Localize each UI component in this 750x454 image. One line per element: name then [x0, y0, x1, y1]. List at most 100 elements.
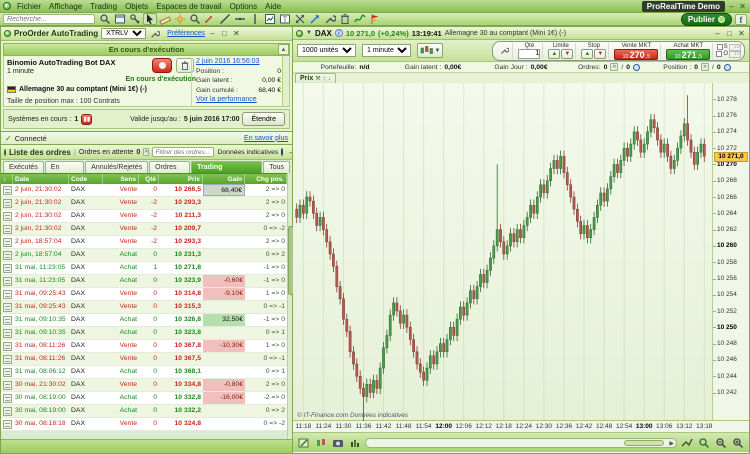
- menu-options[interactable]: Options: [226, 2, 262, 11]
- minimize-button[interactable]: –: [727, 2, 736, 11]
- menu-fichier[interactable]: Fichier: [13, 2, 45, 11]
- window-icon[interactable]: [113, 13, 127, 25]
- tab-annul-s-rejet-s[interactable]: Annulés/Rejetés: [85, 161, 149, 173]
- col-qt-[interactable]: Qté: [139, 174, 159, 184]
- sell-stop-button[interactable]: ▼: [594, 48, 607, 59]
- extend-button[interactable]: Étendre: [242, 112, 285, 126]
- order-details-icon[interactable]: [3, 354, 12, 364]
- horizontal-line-icon[interactable]: [233, 13, 247, 25]
- candle-style-icon[interactable]: [314, 437, 328, 449]
- scroll-right-icon[interactable]: ▶: [669, 440, 674, 447]
- qty-input[interactable]: [518, 48, 541, 59]
- order-row[interactable]: 2 juin, 21:30:02 DAX Vente 0 10 266,5 68,40€ 2…: [1, 184, 287, 197]
- performance-link[interactable]: Voir la performance: [196, 96, 257, 106]
- order-row[interactable]: 2 juin, 21:30:02 DAX Vente -2 10 211,3 2 => 0: [1, 210, 287, 223]
- order-details-icon[interactable]: [3, 367, 12, 377]
- sell-market-button[interactable]: 10 270,5: [614, 48, 659, 60]
- chart-hscrollbar-thumb[interactable]: [624, 439, 664, 446]
- proorder-maximize-button[interactable]: □: [220, 29, 229, 38]
- screenshot-icon[interactable]: [331, 437, 345, 449]
- order-details-icon[interactable]: [3, 406, 12, 416]
- order-row[interactable]: 2 juin, 21:30:02 DAX Vente -2 10 293,3 2 => 0: [1, 197, 287, 210]
- globe-icon[interactable]: [281, 148, 284, 156]
- compare-icon[interactable]: [680, 437, 694, 449]
- order-details-icon[interactable]: [3, 289, 12, 299]
- vertical-line-icon[interactable]: [248, 13, 262, 25]
- prix-wrench-icon[interactable]: ⚒: [315, 75, 320, 82]
- text-box-icon[interactable]: T: [278, 13, 292, 25]
- order-details-icon[interactable]: [3, 341, 12, 351]
- col-date[interactable]: Date: [13, 174, 69, 184]
- segment-icon[interactable]: [203, 13, 217, 25]
- stop-system-button[interactable]: [152, 58, 172, 73]
- chart-hscrollbar[interactable]: ▶: [365, 437, 677, 448]
- learn-more-link[interactable]: En savoir plus: [244, 135, 288, 142]
- chart-edit-icon[interactable]: [297, 437, 311, 449]
- time-axis[interactable]: 11:18 11:24 11:30 11:36 11:42 11:48 11:54 12:00…: [293, 421, 749, 433]
- order-row[interactable]: 31 mai, 08:11:26 DAX Vente 0 10 367,5 0 => -1: [1, 353, 287, 366]
- chart-plot-area[interactable]: 10 242 10 244 10 246 10 248 10 250 10 252 10 2…: [293, 83, 749, 421]
- trade-settings-wrench-icon[interactable]: [498, 45, 510, 57]
- orders-minimize-button[interactable]: –: [289, 148, 292, 157]
- zoom-out-icon[interactable]: [714, 437, 728, 449]
- cursor-icon[interactable]: [143, 13, 157, 25]
- account-select[interactable]: XTRLV: [101, 28, 147, 39]
- sell-limit-button[interactable]: ▼: [561, 48, 574, 59]
- move-arrows-icon[interactable]: [293, 13, 307, 25]
- proorder-close-button[interactable]: ✕: [232, 29, 241, 38]
- chart-window-icon[interactable]: [263, 13, 277, 25]
- order-row[interactable]: 31 mai, 11:23:05 DAX Achat 0 10 323,9 -0,60€ -…: [1, 275, 287, 288]
- o-value-input[interactable]: [729, 50, 741, 58]
- tab-trading-automatique[interactable]: Trading automatique: [191, 161, 263, 182]
- objective-checkbox[interactable]: [716, 51, 723, 57]
- orders-scrollbar[interactable]: [287, 173, 294, 439]
- order-row[interactable]: 31 mai, 08:11:26 DAX Vente 0 10 367,8 -10,30€…: [1, 340, 287, 353]
- order-row[interactable]: 2 juin, 18:57:04 DAX Vente -2 10 293,3 2 => 0: [1, 236, 287, 249]
- order-details-icon[interactable]: [3, 263, 12, 273]
- facebook-icon[interactable]: f: [735, 13, 747, 25]
- menu-espaces-de-travail[interactable]: Espaces de travail: [152, 2, 225, 11]
- start-date-link[interactable]: 2 juin 2016 16:56:03: [196, 58, 259, 68]
- close-button[interactable]: ✕: [738, 2, 747, 11]
- order-row[interactable]: 2 juin, 18:57:04 DAX Achat 0 10 231,3 0 => 2: [1, 249, 287, 262]
- col-sens[interactable]: Sens: [103, 174, 139, 184]
- chart-close-button[interactable]: ✕: [737, 29, 746, 38]
- preferences-link[interactable]: Préférences: [167, 30, 205, 37]
- tab-en-attente[interactable]: En attente: [44, 161, 85, 182]
- units-select[interactable]: 1000 unités: [297, 44, 356, 57]
- trash-icon[interactable]: [338, 13, 352, 25]
- col-code[interactable]: Code: [69, 174, 103, 184]
- order-details-icon[interactable]: [3, 250, 12, 260]
- indicators-icon[interactable]: [348, 437, 362, 449]
- scroll-up-icon[interactable]: ▲: [278, 44, 289, 55]
- order-row[interactable]: 30 mai, 08:18:18 DAX Vente 0 10 324,8 0 => -2: [1, 418, 287, 431]
- buy-limit-button[interactable]: ▲: [548, 48, 561, 59]
- order-row[interactable]: 31 mai, 08:06:12 DAX Achat 0 10 368,1 0 => 1: [1, 366, 287, 379]
- order-row[interactable]: 30 mai, 08:19:00 DAX Achat 0 10 332,2 0 => 2: [1, 405, 287, 418]
- price-axis[interactable]: 10 242 10 244 10 246 10 248 10 250 10 252 10 2…: [712, 83, 749, 420]
- zoom-auto-icon[interactable]: [697, 437, 711, 449]
- chart-type-button[interactable]: ▼: [417, 43, 443, 58]
- zoom-icon[interactable]: [188, 13, 202, 25]
- orders-detail-icon[interactable]: [633, 63, 641, 71]
- col-prix[interactable]: Prix: [159, 174, 203, 184]
- order-details-icon[interactable]: [3, 237, 12, 247]
- order-row[interactable]: 2 juin, 21:30:02 DAX Vente -2 10 209,7 0 => -…: [1, 223, 287, 236]
- menu-trading[interactable]: Trading: [86, 2, 121, 11]
- order-details-icon[interactable]: [3, 224, 12, 234]
- order-details-icon[interactable]: [3, 276, 12, 286]
- search-icon[interactable]: [98, 13, 112, 25]
- close-position-icon[interactable]: ✕: [701, 63, 710, 71]
- candlestick-chart[interactable]: [295, 83, 706, 421]
- card-scrollbar[interactable]: [282, 56, 289, 106]
- order-row[interactable]: 31 mai, 09:25:43 DAX Vente 0 10 314,8 -9,10€ 1…: [1, 288, 287, 301]
- order-details-icon[interactable]: [3, 315, 12, 325]
- chart-menu-caret-icon[interactable]: ▼: [306, 30, 312, 36]
- col-chg-pos-[interactable]: Chg pos.: [245, 174, 287, 184]
- tab-ex-cut-s[interactable]: Exécutés: [3, 161, 44, 173]
- instrument-info-icon[interactable]: i: [334, 29, 343, 37]
- line-icon[interactable]: [218, 13, 232, 25]
- buy-stop-button[interactable]: ▲: [581, 48, 594, 59]
- col-gain[interactable]: Gain: [203, 174, 245, 184]
- order-details-icon[interactable]: [3, 198, 12, 208]
